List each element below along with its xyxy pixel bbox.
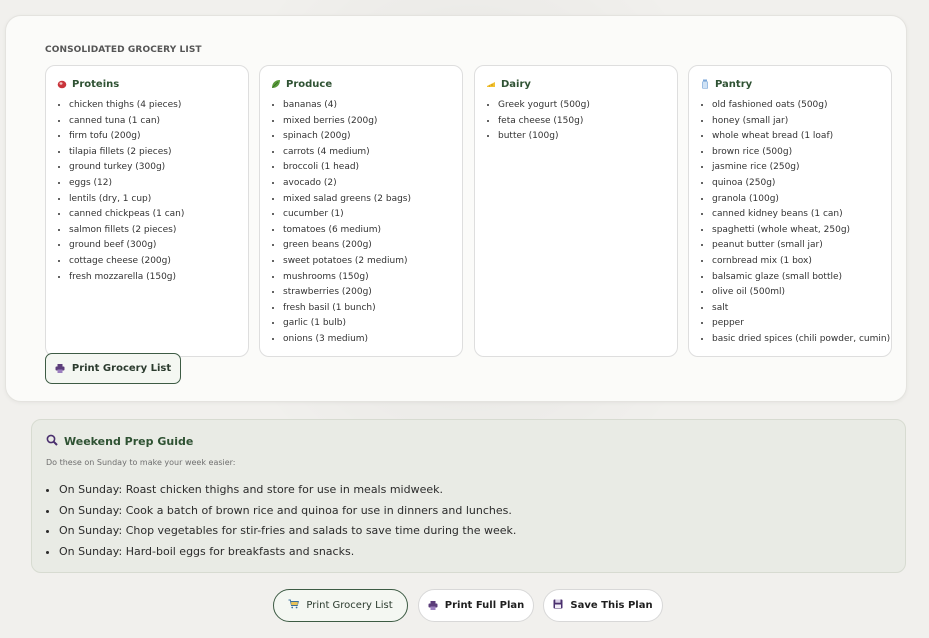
list-item: sweet potatoes (2 medium) [283,254,411,270]
list-item: peanut butter (small jar) [712,238,890,254]
list-item: canned tuna (1 can) [69,114,184,130]
list-item: balsamic glaze (small bottle) [712,270,890,286]
print-full-plan-button[interactable]: Print Full Plan [418,589,534,622]
list-item: On Sunday: Cook a batch of brown rice an… [59,501,516,522]
list-item: carrots (4 medium) [283,145,411,161]
list-item: ground beef (300g) [69,238,184,254]
list-item: tomatoes (6 medium) [283,223,411,239]
list-item: ground turkey (300g) [69,160,184,176]
list-item: lentils (dry, 1 cup) [69,192,184,208]
category-dairy: Dairy Greek yogurt (500g) feta cheese (1… [474,65,678,357]
list-item: onions (3 medium) [283,332,411,348]
list-item: On Sunday: Roast chicken thighs and stor… [59,480,516,501]
printer-icon [55,364,65,373]
list-item: feta cheese (150g) [498,114,590,130]
list-item: canned kidney beans (1 can) [712,207,890,223]
list-item: salmon fillets (2 pieces) [69,223,184,239]
category-produce: Produce bananas (4) mixed berries (200g)… [259,65,463,357]
list-item: cottage cheese (200g) [69,254,184,270]
list-item: mixed salad greens (2 bags) [283,192,411,208]
list-item: mushrooms (150g) [283,270,411,286]
list-item: broccoli (1 head) [283,160,411,176]
item-list: chicken thighs (4 pieces) canned tuna (1… [57,98,184,285]
item-list: bananas (4) mixed berries (200g) spinach… [271,98,411,348]
list-item: brown rice (500g) [712,145,890,161]
list-item: salt [712,301,890,317]
list-item: Greek yogurt (500g) [498,98,590,114]
list-item: old fashioned oats (500g) [712,98,890,114]
leafy-green-icon [271,79,281,89]
list-item: quinoa (250g) [712,176,890,192]
list-item: pepper [712,316,890,332]
item-list: Greek yogurt (500g) feta cheese (150g) b… [486,98,590,145]
prep-list: On Sunday: Roast chicken thighs and stor… [46,480,516,562]
category-pantry: Pantry old fashioned oats (500g) honey (… [688,65,892,357]
save-plan-button[interactable]: Save This Plan [543,589,663,622]
category-proteins: Proteins chicken thighs (4 pieces) canne… [45,65,249,357]
shopping-cart-icon [288,599,300,612]
list-item: chicken thighs (4 pieces) [69,98,184,114]
grocery-list-card: CONSOLIDATED GROCERY LIST Proteins chick… [5,15,907,402]
prep-guide-subtitle: Do these on Sunday to make your week eas… [46,458,236,467]
grocery-list-title: CONSOLIDATED GROCERY LIST [45,45,202,55]
jar-icon [700,79,710,89]
list-item: tilapia fillets (2 pieces) [69,145,184,161]
meat-icon [57,79,67,89]
category-header: Pantry [700,77,752,91]
print-grocery-list-label: Print Grocery List [71,363,172,374]
print-grocery-list-button[interactable]: Print Grocery List [45,353,181,384]
list-item: avocado (2) [283,176,411,192]
print-full-plan-label: Print Full Plan [444,600,525,611]
list-item: bananas (4) [283,98,411,114]
list-item: eggs (12) [69,176,184,192]
save-plan-label: Save This Plan [570,600,653,611]
list-item: cucumber (1) [283,207,411,223]
list-item: honey (small jar) [712,114,890,130]
prep-guide-header: Weekend Prep Guide [46,434,193,449]
print-grocery-list-action-button[interactable]: Print Grocery List [273,589,408,622]
list-item: fresh basil (1 bunch) [283,301,411,317]
category-header: Produce [271,77,332,91]
magnifier-icon [46,434,58,449]
category-name: Pantry [715,78,753,90]
category-header: Dairy [486,77,531,91]
list-item: olive oil (500ml) [712,285,890,301]
list-item: granola (100g) [712,192,890,208]
printer-icon [428,601,438,610]
list-item: strawberries (200g) [283,285,411,301]
category-name: Dairy [501,78,531,90]
list-item: spaghetti (whole wheat, 250g) [712,223,890,239]
list-item: canned chickpeas (1 can) [69,207,184,223]
list-item: cornbread mix (1 box) [712,254,890,270]
list-item: firm tofu (200g) [69,129,184,145]
category-header: Proteins [57,77,119,91]
prep-guide-title: Weekend Prep Guide [64,435,194,448]
category-name: Produce [286,78,333,90]
list-item: green beans (200g) [283,238,411,254]
list-item: On Sunday: Hard-boil eggs for breakfasts… [59,542,516,563]
weekend-prep-guide: Weekend Prep Guide Do these on Sunday to… [31,419,906,573]
item-list: old fashioned oats (500g) honey (small j… [700,98,890,348]
list-item: basic dried spices (chili powder, cumin) [712,332,890,348]
print-grocery-list-action-label: Print Grocery List [306,600,393,611]
cheese-icon [486,79,496,89]
list-item: butter (100g) [498,129,590,145]
category-name: Proteins [72,78,120,90]
list-item: jasmine rice (250g) [712,160,890,176]
list-item: mixed berries (200g) [283,114,411,130]
list-item: spinach (200g) [283,129,411,145]
floppy-disk-icon [553,599,563,612]
list-item: On Sunday: Chop vegetables for stir-frie… [59,521,516,542]
list-item: garlic (1 bulb) [283,316,411,332]
list-item: whole wheat bread (1 loaf) [712,129,890,145]
list-item: fresh mozzarella (150g) [69,270,184,286]
